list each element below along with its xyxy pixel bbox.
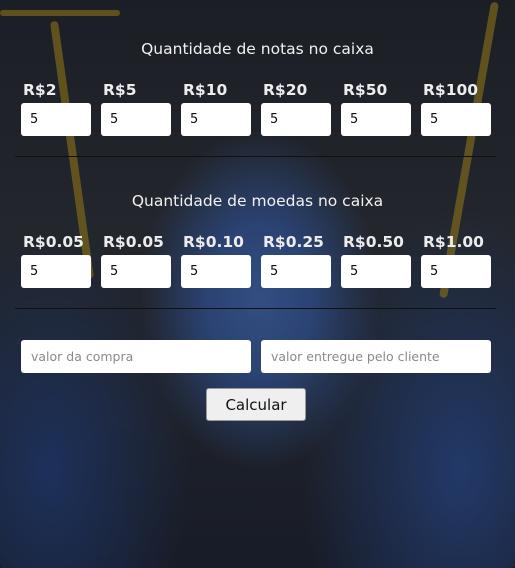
coin-input-025[interactable] (261, 255, 331, 288)
coin-input-100[interactable] (421, 255, 491, 288)
coin-label-005a: R$0.05 (23, 233, 84, 251)
coin-input-005a[interactable] (21, 255, 91, 288)
notes-divider (15, 156, 496, 157)
coins-divider (15, 308, 496, 309)
calculate-button[interactable]: Calcular (206, 388, 306, 421)
note-label-10: R$10 (183, 81, 228, 99)
note-input-5[interactable] (101, 103, 171, 136)
app-window: Quantidade de notas no caixa R$2 R$5 R$1… (0, 0, 515, 568)
note-input-50[interactable] (341, 103, 411, 136)
amount-received-input[interactable] (261, 340, 491, 373)
note-input-20[interactable] (261, 103, 331, 136)
note-input-100[interactable] (421, 103, 491, 136)
note-label-2: R$2 (23, 81, 57, 99)
coin-label-025: R$0.25 (263, 233, 324, 251)
note-label-20: R$20 (263, 81, 308, 99)
coins-heading: Quantidade de moedas no caixa (131, 192, 384, 210)
coin-input-010[interactable] (181, 255, 251, 288)
note-input-2[interactable] (21, 103, 91, 136)
note-label-100: R$100 (423, 81, 479, 99)
note-label-50: R$50 (343, 81, 388, 99)
coin-label-100: R$1.00 (423, 233, 484, 251)
cash-register-form: Quantidade de notas no caixa R$2 R$5 R$1… (0, 0, 515, 568)
coin-label-050: R$0.50 (343, 233, 404, 251)
purchase-amount-input[interactable] (21, 340, 251, 373)
coin-input-005b[interactable] (101, 255, 171, 288)
coin-input-050[interactable] (341, 255, 411, 288)
coin-label-005b: R$0.05 (103, 233, 164, 251)
coin-label-010: R$0.10 (183, 233, 244, 251)
note-input-10[interactable] (181, 103, 251, 136)
note-label-5: R$5 (103, 81, 137, 99)
notes-heading: Quantidade de notas no caixa (141, 40, 374, 58)
